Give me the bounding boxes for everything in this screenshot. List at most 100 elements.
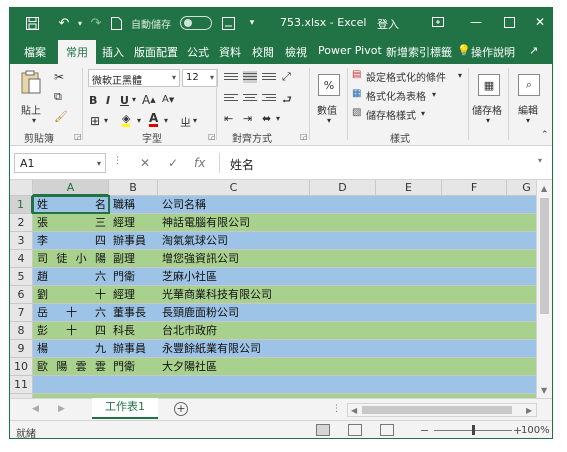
cell-name[interactable]: 趙六 <box>33 268 109 286</box>
underline-dropdown-icon[interactable]: ▾ <box>132 95 136 104</box>
cell-company[interactable]: 淘氣氣球公司 <box>158 232 328 250</box>
cell-company[interactable]: 大夕陽社區 <box>158 358 328 376</box>
cells-icon[interactable]: ▦ <box>478 74 500 96</box>
undo-dropdown-icon[interactable]: ▾ <box>72 15 88 31</box>
cell-title[interactable] <box>109 376 158 394</box>
tab-file[interactable]: 檔案 <box>24 44 46 60</box>
bold-button[interactable]: B <box>89 94 97 107</box>
cell-title[interactable]: 辦事員 <box>109 232 158 250</box>
cell-title[interactable]: 經理 <box>109 214 158 232</box>
formula-input[interactable]: 姓名 <box>224 153 546 173</box>
cell-company[interactable]: 長頸鹿面粉公司 <box>158 304 328 322</box>
conditional-format-button[interactable]: 設定格式化的條件 <box>366 69 446 84</box>
ribbon-display-icon[interactable] <box>430 14 446 30</box>
font-size-combo[interactable]: 12 ▾ <box>182 69 218 87</box>
row-header[interactable]: 2 <box>10 214 33 232</box>
chevron-down-icon[interactable]: ▾ <box>210 73 214 82</box>
cell-styles-icon[interactable]: ▧ <box>352 107 361 118</box>
cell-company[interactable]: 台北市政府 <box>158 322 328 340</box>
row-header[interactable]: 3 <box>10 232 33 250</box>
scroll-right-icon[interactable]: ▶ <box>526 406 532 415</box>
tab-view[interactable]: 檢視 <box>285 44 307 60</box>
font-launcher-icon[interactable]: ◲ <box>208 132 216 141</box>
collapse-ribbon-icon[interactable]: ⌃ <box>541 130 549 140</box>
select-all-corner[interactable] <box>10 180 33 196</box>
share-icon[interactable]: ↗ <box>529 44 538 57</box>
cell-name[interactable]: 李四 <box>33 232 109 250</box>
undo-icon[interactable]: ↶ <box>56 15 72 31</box>
row-header[interactable]: 7 <box>10 304 33 322</box>
save-icon[interactable] <box>24 15 40 31</box>
signin-link[interactable]: 登入 <box>377 16 399 32</box>
cell-title[interactable]: 辦事員 <box>109 340 158 358</box>
align-right-icon[interactable] <box>262 92 276 104</box>
zoom-slider-knob[interactable] <box>472 425 475 435</box>
align-bottom-icon[interactable] <box>262 71 276 83</box>
redo-icon[interactable]: ↷ <box>88 15 104 31</box>
number-format-button[interactable]: 數值 <box>317 102 337 117</box>
cell-name[interactable]: 楊九 <box>33 340 109 358</box>
maximize-icon[interactable] <box>501 14 517 30</box>
cell-styles-dropdown-icon[interactable]: ▾ <box>421 109 425 118</box>
conditional-format-dropdown-icon[interactable]: ▾ <box>458 71 462 80</box>
autosave-toggle[interactable] <box>180 16 212 30</box>
merge-dropdown-icon[interactable]: ▾ <box>276 114 280 123</box>
column-header-d[interactable]: D <box>310 180 376 196</box>
orientation-icon[interactable]: ⤢ <box>282 70 291 84</box>
align-top-icon[interactable] <box>224 71 238 83</box>
row-header[interactable]: 4 <box>10 250 33 268</box>
paste-label[interactable]: 貼上 <box>21 102 41 117</box>
expand-formula-bar-icon[interactable]: ▾ <box>538 156 542 165</box>
customize-qat-icon[interactable]: ▾ <box>244 15 260 31</box>
phonetic-icon[interactable]: ㄓ <box>180 114 191 130</box>
column-header-a[interactable]: A <box>33 180 109 196</box>
row-header[interactable]: 8 <box>10 322 33 340</box>
row-header[interactable]: 10 <box>10 358 33 376</box>
cell-title[interactable]: 董事長 <box>109 304 158 322</box>
tab-custom[interactable]: 新增索引標籤 <box>386 44 452 60</box>
enter-icon[interactable]: ✓ <box>168 156 178 170</box>
borders-dropdown-icon[interactable]: ▾ <box>104 116 108 125</box>
insert-function-icon[interactable]: fx <box>194 156 205 170</box>
font-color-icon[interactable]: A <box>149 112 159 127</box>
scroll-left-icon[interactable]: ◀ <box>351 406 357 415</box>
new-file-icon[interactable] <box>108 15 124 31</box>
fill-color-icon[interactable]: ◈ <box>122 113 131 127</box>
worksheet-grid[interactable]: A B C D E F G 1 姓名 職稱 公司名稱 2 張三 經理 神話電腦有限公司 3 李四 辦事員 淘氣氣球公… <box>10 180 536 398</box>
cell-title[interactable]: 門衛 <box>109 268 158 286</box>
vertical-scroll-thumb[interactable] <box>540 198 549 314</box>
cell-name[interactable]: 張三 <box>33 214 109 232</box>
next-sheet-icon[interactable]: ▶ <box>58 404 65 414</box>
alignment-launcher-icon[interactable]: ◲ <box>300 132 308 141</box>
format-painter-icon[interactable]: 🖌 <box>54 110 68 123</box>
align-middle-icon[interactable] <box>243 71 257 83</box>
column-header-b[interactable]: B <box>109 180 158 196</box>
fill-color-dropdown-icon[interactable]: ▾ <box>137 116 141 125</box>
column-header-e[interactable]: E <box>376 180 442 196</box>
tab-split-grip-icon[interactable]: ⋮ <box>332 404 341 414</box>
zoom-level[interactable]: 100% <box>521 425 550 436</box>
format-table-icon[interactable]: ▦ <box>352 88 361 99</box>
tab-review[interactable]: 校閱 <box>252 44 274 60</box>
row-header[interactable]: 11 <box>10 376 33 394</box>
align-left-icon[interactable] <box>224 92 238 104</box>
cell-name[interactable] <box>33 376 109 394</box>
cell-title[interactable]: 經理 <box>109 286 158 304</box>
column-header-c[interactable]: C <box>158 180 310 196</box>
cell-company[interactable]: 神話電腦有限公司 <box>158 214 328 232</box>
editing-dropdown-icon[interactable]: ▾ <box>526 116 530 125</box>
vertical-scrollbar[interactable]: ▲ ▼ <box>536 180 552 398</box>
row-header[interactable]: 6 <box>10 286 33 304</box>
copy-icon[interactable]: ⧉ <box>54 90 62 104</box>
paste-dropdown-icon[interactable]: ▾ <box>32 116 36 125</box>
normal-view-icon[interactable] <box>316 424 330 436</box>
wrap-text-icon[interactable]: ⮐ <box>282 91 292 110</box>
tab-power-pivot[interactable]: Power Pivot <box>318 44 382 57</box>
cell-styles-button[interactable]: 儲存格樣式 <box>366 107 416 122</box>
sheet-tab-1[interactable]: 工作表1 <box>92 398 158 419</box>
row-header[interactable]: 9 <box>10 340 33 358</box>
tab-formulas[interactable]: 公式 <box>187 44 209 60</box>
tab-home[interactable]: 常用 <box>58 40 96 64</box>
font-grow-icon[interactable]: A ▲ <box>142 93 156 107</box>
page-break-view-icon[interactable] <box>380 424 394 436</box>
